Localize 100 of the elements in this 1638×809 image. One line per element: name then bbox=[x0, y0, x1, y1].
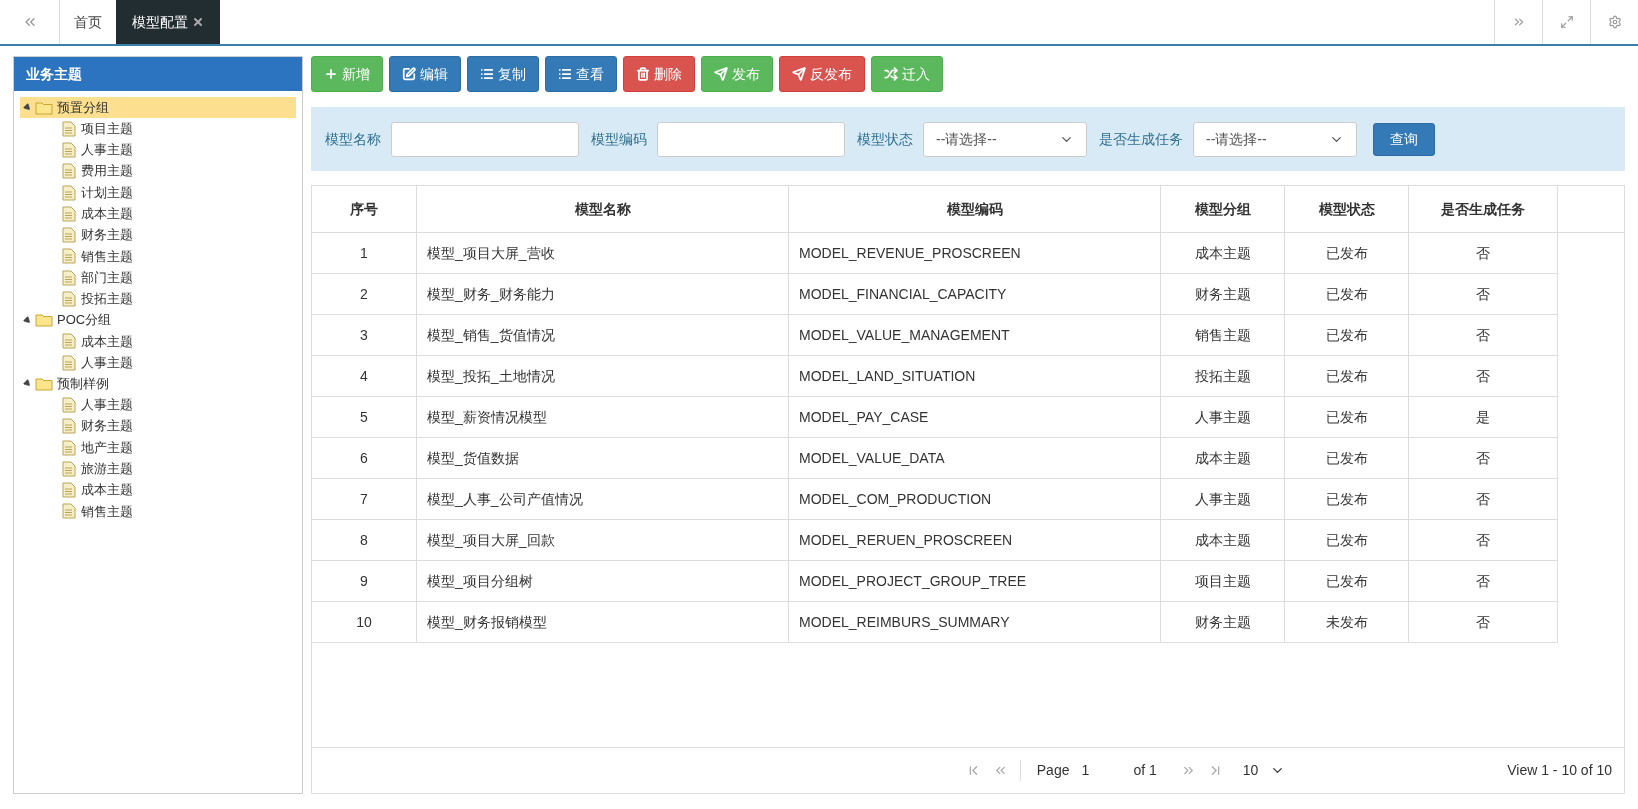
input-field[interactable] bbox=[391, 121, 579, 157]
tree-leaf[interactable]: 人事主题 bbox=[20, 139, 296, 161]
table-cell: 财务主题 bbox=[1161, 274, 1285, 315]
table-cell: 7 bbox=[312, 479, 417, 520]
expand-arrow-icon[interactable] bbox=[22, 378, 33, 389]
table-cell: 模型_投拓_土地情况 bbox=[417, 356, 789, 397]
filter-label: 模型编码 bbox=[591, 129, 647, 149]
table-cell: 否 bbox=[1409, 602, 1558, 643]
shuffle-icon bbox=[884, 67, 898, 81]
table-cell: 否 bbox=[1409, 561, 1558, 602]
document-icon bbox=[62, 482, 76, 499]
column-header: 是否生成任务 bbox=[1409, 186, 1558, 232]
table-cell: 模型_项目分组树 bbox=[417, 561, 789, 602]
tab[interactable]: 模型配置 bbox=[116, 0, 220, 44]
table-cell: 9 bbox=[312, 561, 417, 602]
table-cell: 财务主题 bbox=[1161, 602, 1285, 643]
page-size-select[interactable]: 10 bbox=[1234, 760, 1294, 781]
document-icon bbox=[62, 205, 76, 222]
table-cell: 3 bbox=[312, 315, 417, 356]
records-summary: View 1 - 10 of 10 bbox=[1507, 761, 1612, 780]
toolbar-button[interactable]: 删除 bbox=[623, 56, 695, 92]
tree-leaf[interactable]: 部门主题 bbox=[20, 267, 296, 289]
table-cell: 投拓主题 bbox=[1161, 356, 1285, 397]
panel-title: 业务主题 bbox=[14, 57, 302, 91]
tree-leaf[interactable]: 项目主题 bbox=[20, 118, 296, 140]
column-header: 模型分组 bbox=[1161, 186, 1285, 232]
tree-leaf[interactable]: 人事主题 bbox=[20, 351, 296, 374]
table-cell: MODEL_FINANCIAL_CAPACITY bbox=[789, 274, 1161, 315]
fullscreen-icon bbox=[1559, 15, 1574, 29]
table-cell: 已发布 bbox=[1285, 438, 1409, 479]
close-icon[interactable] bbox=[192, 16, 204, 28]
document-icon bbox=[62, 227, 76, 244]
tab[interactable]: 首页 bbox=[60, 0, 116, 44]
table-cell: MODEL_REVENUE_PROSCREEN bbox=[789, 233, 1161, 274]
expand-arrow-icon[interactable] bbox=[22, 315, 33, 326]
edit-icon bbox=[402, 67, 416, 81]
toolbar-button[interactable]: 复制 bbox=[467, 56, 539, 92]
toolbar-button[interactable]: 编辑 bbox=[389, 56, 461, 92]
toolbar-button[interactable]: 反发布 bbox=[779, 56, 865, 92]
toolbar-button[interactable]: 查看 bbox=[545, 56, 617, 92]
table-cell: 否 bbox=[1409, 479, 1558, 520]
select-field[interactable]: --请选择-- bbox=[1193, 121, 1357, 157]
folder-icon bbox=[35, 313, 53, 328]
table-cell: 6 bbox=[312, 438, 417, 479]
document-icon bbox=[62, 418, 76, 435]
search-button[interactable]: 查询 bbox=[1373, 122, 1435, 156]
table-cell: 2 bbox=[312, 274, 417, 315]
folder-icon bbox=[35, 376, 53, 391]
table-cell: 项目主题 bbox=[1161, 561, 1285, 602]
select-field[interactable]: --请选择-- bbox=[923, 121, 1087, 157]
table-cell: 成本主题 bbox=[1161, 520, 1285, 561]
document-icon bbox=[62, 184, 76, 201]
tree-leaf[interactable]: 财务主题 bbox=[20, 415, 296, 437]
table-cell: 否 bbox=[1409, 233, 1558, 274]
column-header: 模型状态 bbox=[1285, 186, 1409, 232]
tree-leaf[interactable]: 人事主题 bbox=[20, 394, 296, 416]
tree-leaf[interactable]: 费用主题 bbox=[20, 160, 296, 182]
tree-leaf[interactable]: 投拓主题 bbox=[20, 288, 296, 310]
table-cell: MODEL_PROJECT_GROUP_TREE bbox=[789, 561, 1161, 602]
input-field[interactable] bbox=[657, 121, 845, 157]
table-cell: MODEL_COM_PRODUCTION bbox=[789, 479, 1161, 520]
expand-arrow-icon[interactable] bbox=[22, 102, 33, 113]
table-cell: 已发布 bbox=[1285, 520, 1409, 561]
document-icon bbox=[62, 333, 76, 350]
page-label: Page bbox=[1019, 760, 1070, 781]
tree-leaf[interactable]: 地产主题 bbox=[20, 436, 296, 459]
table-cell: 否 bbox=[1409, 315, 1558, 356]
document-icon bbox=[62, 291, 76, 307]
table-cell: 模型_财务报销模型 bbox=[417, 602, 789, 643]
table-cell: 已发布 bbox=[1285, 479, 1409, 520]
tree-leaf[interactable]: 成本主题 bbox=[20, 203, 296, 225]
table-cell: 模型_人事_公司产值情况 bbox=[417, 479, 789, 520]
table-cell: 已发布 bbox=[1285, 561, 1409, 602]
table-cell: 模型_销售_货值情况 bbox=[417, 315, 789, 356]
document-icon bbox=[62, 439, 76, 456]
tree-leaf[interactable]: 计划主题 bbox=[20, 181, 296, 204]
trash-icon bbox=[636, 67, 650, 81]
table-cell: 已发布 bbox=[1285, 397, 1409, 438]
tree-leaf[interactable]: 财务主题 bbox=[20, 224, 296, 246]
tree-leaf[interactable]: 成本主题 bbox=[20, 330, 296, 352]
document-icon bbox=[62, 396, 76, 413]
tree-leaf[interactable]: 旅游主题 bbox=[20, 458, 296, 480]
table-cell: 未发布 bbox=[1285, 602, 1409, 643]
tree-leaf[interactable]: 销售主题 bbox=[20, 500, 296, 523]
table-cell: 人事主题 bbox=[1161, 479, 1285, 520]
table-cell: 已发布 bbox=[1285, 315, 1409, 356]
table-cell: 否 bbox=[1409, 520, 1558, 561]
tree-leaf[interactable]: 销售主题 bbox=[20, 245, 296, 268]
table-cell: MODEL_PAY_CASE bbox=[789, 397, 1161, 438]
tree-node[interactable]: POC分组 bbox=[20, 309, 296, 331]
paper-plane-icon bbox=[792, 67, 806, 81]
tree-node[interactable]: 预置分组 bbox=[20, 97, 296, 118]
page-input[interactable]: 1 bbox=[1081, 760, 1122, 781]
column-header: 模型编码 bbox=[789, 186, 1161, 232]
table-cell: 模型_货值数据 bbox=[417, 438, 789, 479]
column-header: 模型名称 bbox=[417, 186, 789, 232]
table-cell: 已发布 bbox=[1285, 233, 1409, 274]
tree-leaf[interactable]: 成本主题 bbox=[20, 479, 296, 501]
table-cell: 销售主题 bbox=[1161, 315, 1285, 356]
tree-node[interactable]: 预制样例 bbox=[20, 373, 296, 395]
